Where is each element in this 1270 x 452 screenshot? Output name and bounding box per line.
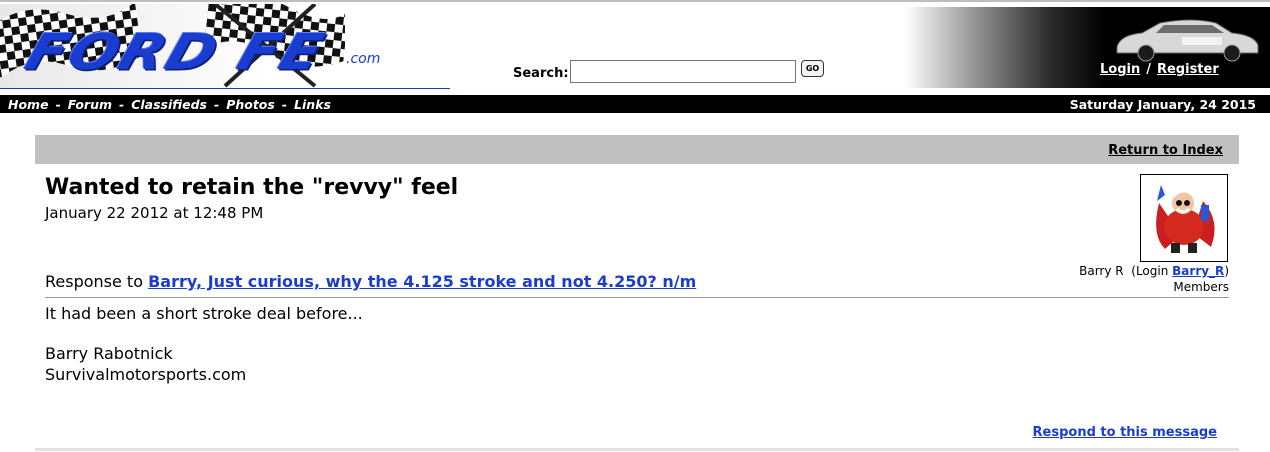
site-logo[interactable]: FORD FE .com xyxy=(0,4,450,89)
nav-photos[interactable]: Photos xyxy=(226,97,275,112)
current-date: Saturday January, 24 2015 xyxy=(1069,97,1256,112)
cartoon-character-icon xyxy=(1156,185,1215,253)
message-header-bar: Return to Index xyxy=(35,135,1239,164)
search-label: Search: xyxy=(513,66,569,81)
message-body: It had been a short stroke deal before..… xyxy=(45,304,363,323)
nav-links-item[interactable]: Links xyxy=(294,97,331,112)
race-car-icon xyxy=(1116,19,1259,62)
return-to-index-link[interactable]: Return to Index xyxy=(1108,143,1223,158)
logo-suffix: .com xyxy=(346,51,381,67)
nav-separator: - xyxy=(55,97,61,112)
signature-name: Barry Rabotnick xyxy=(45,344,173,363)
search-input[interactable] xyxy=(570,60,796,83)
respond-to-message-link[interactable]: Respond to this message xyxy=(1033,425,1217,440)
register-link[interactable]: Register xyxy=(1157,62,1219,77)
nav-separator: - xyxy=(119,97,125,112)
author-info: Barry R (Login Barry_R) xyxy=(1079,264,1229,278)
nav-separator: - xyxy=(281,97,288,112)
nav-classifieds[interactable]: Classifieds xyxy=(131,97,207,112)
author-name: Barry R xyxy=(1079,264,1124,278)
message-date: January 22 2012 at 12:48 PM xyxy=(45,204,264,222)
go-button[interactable]: GO xyxy=(801,60,824,77)
login-prefix: (Login xyxy=(1131,264,1169,278)
top-rule xyxy=(0,0,1270,2)
logo-text: FORD FE xyxy=(18,23,333,81)
message-signature: Barry Rabotnick Survivalmotorsports.com xyxy=(45,343,246,385)
nav-forum[interactable]: Forum xyxy=(68,97,112,112)
parent-message-link[interactable]: Barry, Just curious, why the 4.125 strok… xyxy=(148,272,696,291)
nav-separator: - xyxy=(213,97,220,112)
nav-bar: Home - Forum - Classifieds - Photos - Links Satu… xyxy=(0,95,1270,113)
nav-links: Home - Forum - Classifieds - Photos - Links xyxy=(8,97,331,112)
message-title: Wanted to retain the "revvy" feel xyxy=(45,175,459,200)
avatar[interactable] xyxy=(1140,174,1228,262)
author-role: Members xyxy=(1173,280,1229,294)
response-prefix: Response to xyxy=(45,272,143,291)
divider xyxy=(45,297,1229,298)
signature-website: Survivalmotorsports.com xyxy=(45,365,247,384)
login-register: Login / Register xyxy=(1100,62,1219,77)
bottom-rule xyxy=(35,448,1239,451)
login-link[interactable]: Login xyxy=(1100,62,1140,77)
response-to: Response to Barry, Just curious, why the… xyxy=(45,272,696,291)
nav-home[interactable]: Home xyxy=(8,97,49,112)
login-separator: / xyxy=(1146,62,1151,77)
author-login-link[interactable]: Barry_R xyxy=(1172,264,1224,278)
login-suffix: ) xyxy=(1224,264,1229,278)
